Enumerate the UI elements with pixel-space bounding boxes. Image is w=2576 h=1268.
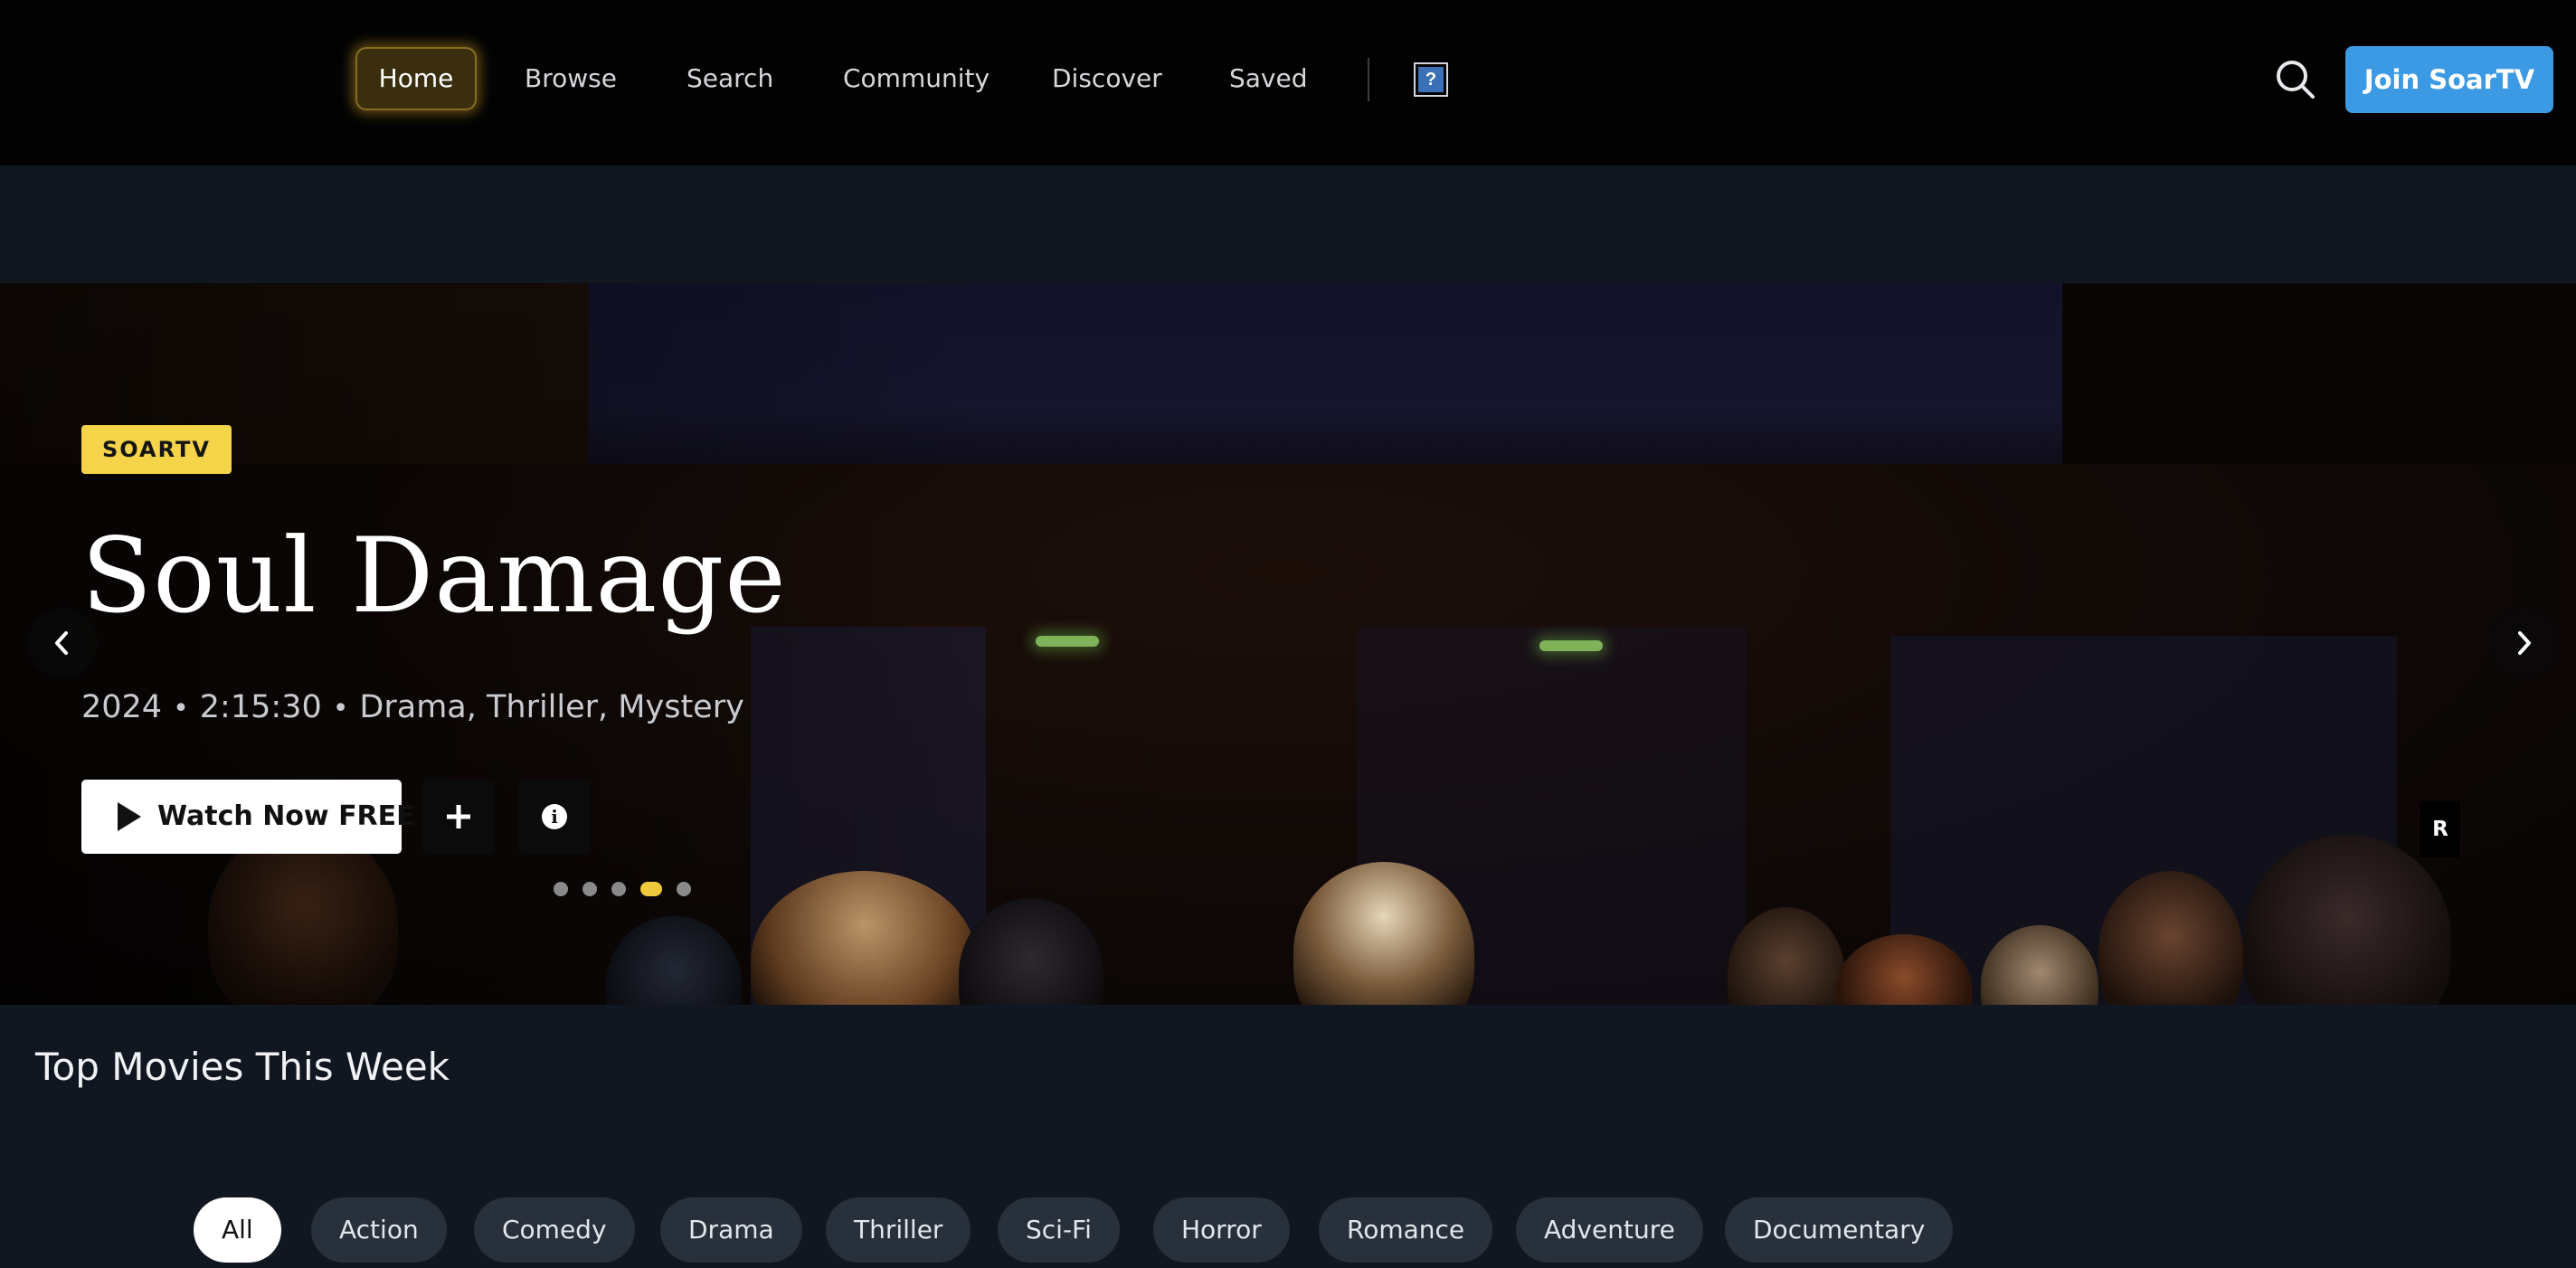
section-title: Top Movies This Week xyxy=(35,1045,450,1089)
chevron-left-icon xyxy=(55,631,68,655)
hero-duration: 2:15:30 xyxy=(199,689,322,725)
hero-year: 2024 xyxy=(81,689,163,725)
hero-genres: Drama, Thriller, Mystery xyxy=(359,689,744,725)
hero-title: Soul Damage xyxy=(81,516,787,636)
header-spacer xyxy=(0,166,2576,283)
join-button[interactable]: Join SoarTV xyxy=(2345,46,2553,113)
info-button[interactable]: i xyxy=(518,780,591,854)
rating-badge: R xyxy=(2420,801,2460,857)
nav-search[interactable]: Search xyxy=(687,47,773,110)
meta-separator: • xyxy=(332,693,349,724)
play-icon xyxy=(118,802,141,831)
carousel-dot[interactable] xyxy=(677,882,691,896)
filter-chip-adventure[interactable]: Adventure xyxy=(1516,1197,1703,1263)
filter-chip-documentary[interactable]: Documentary xyxy=(1725,1197,1954,1263)
filter-chip-sci-fi[interactable]: Sci-Fi xyxy=(998,1197,1120,1263)
help-icon-label: ? xyxy=(1418,67,1444,92)
filter-chip-drama[interactable]: Drama xyxy=(660,1197,802,1263)
filter-chip-thriller[interactable]: Thriller xyxy=(826,1197,971,1263)
hero-banner xyxy=(0,283,2576,1005)
help-icon[interactable]: ? xyxy=(1414,62,1448,97)
watch-now-button[interactable]: Watch Now FREE xyxy=(81,780,415,854)
carousel-dot-active[interactable] xyxy=(640,882,662,896)
nav-community[interactable]: Community xyxy=(843,47,990,110)
filter-chip-comedy[interactable]: Comedy xyxy=(474,1197,635,1263)
carousel-dot[interactable] xyxy=(554,882,568,896)
search-icon[interactable] xyxy=(2275,59,2316,100)
watch-now-label: Watch Now FREE xyxy=(157,800,415,832)
nav-saved[interactable]: Saved xyxy=(1229,47,1308,110)
add-to-list-button[interactable] xyxy=(422,780,495,854)
filter-chip-all[interactable]: All xyxy=(194,1197,281,1263)
provider-badge: SOARTV xyxy=(81,425,232,474)
chevron-right-icon xyxy=(2518,631,2531,655)
carousel-dot[interactable] xyxy=(611,882,626,896)
carousel-next-button[interactable] xyxy=(2488,608,2559,678)
top-nav: Home Browse Search Community Discover Sa… xyxy=(0,0,2576,166)
filter-chip-horror[interactable]: Horror xyxy=(1153,1197,1290,1263)
info-icon: i xyxy=(542,804,567,829)
exit-light xyxy=(1539,640,1603,651)
filter-chip-action[interactable]: Action xyxy=(311,1197,447,1263)
hero-meta: 2024 • 2:15:30 • Drama, Thriller, Mystery xyxy=(81,689,744,725)
carousel-prev-button[interactable] xyxy=(27,608,98,678)
nav-home[interactable]: Home xyxy=(355,47,477,110)
nav-discover[interactable]: Discover xyxy=(1052,47,1162,110)
filter-chip-romance[interactable]: Romance xyxy=(1319,1197,1493,1263)
exit-light xyxy=(1036,636,1099,647)
plus-icon xyxy=(447,805,470,828)
carousel-dot[interactable] xyxy=(582,882,597,896)
nav-divider xyxy=(1368,58,1369,101)
nav-browse[interactable]: Browse xyxy=(525,47,617,110)
meta-separator: • xyxy=(173,693,189,724)
hero-shade xyxy=(0,283,995,1005)
